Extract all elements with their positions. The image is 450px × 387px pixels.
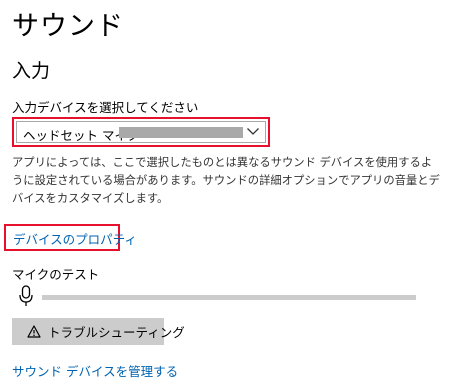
mic-test-label: マイクのテスト: [12, 267, 100, 282]
chevron-down-icon: [247, 128, 259, 135]
input-device-label: 入力デバイスを選択してください: [12, 100, 199, 115]
mic-level-meter: [42, 295, 416, 300]
device-properties-highlight: デバイスのプロパティ: [4, 224, 137, 251]
section-title-input: 入力: [12, 60, 51, 82]
manage-sound-devices-link[interactable]: サウンド デバイスを管理する: [12, 361, 178, 380]
page-title: サウンド: [12, 11, 124, 42]
troubleshoot-button[interactable]: トラブルシューティング: [12, 318, 185, 345]
input-device-dropdown[interactable]: ヘッドセット マイク: [16, 121, 266, 143]
troubleshoot-button-label: トラブルシューティング: [48, 325, 185, 340]
warning-icon: [27, 325, 41, 338]
microphone-icon: [19, 285, 33, 306]
device-properties-link[interactable]: デバイスのプロパティ: [13, 232, 137, 247]
input-device-highlight: ヘッドセット マイク: [12, 117, 270, 147]
device-description: アプリによっては、ここで選択したものとは異なるサウンド デバイスを使用するように…: [12, 156, 440, 205]
redacted-device-name: [119, 127, 243, 138]
